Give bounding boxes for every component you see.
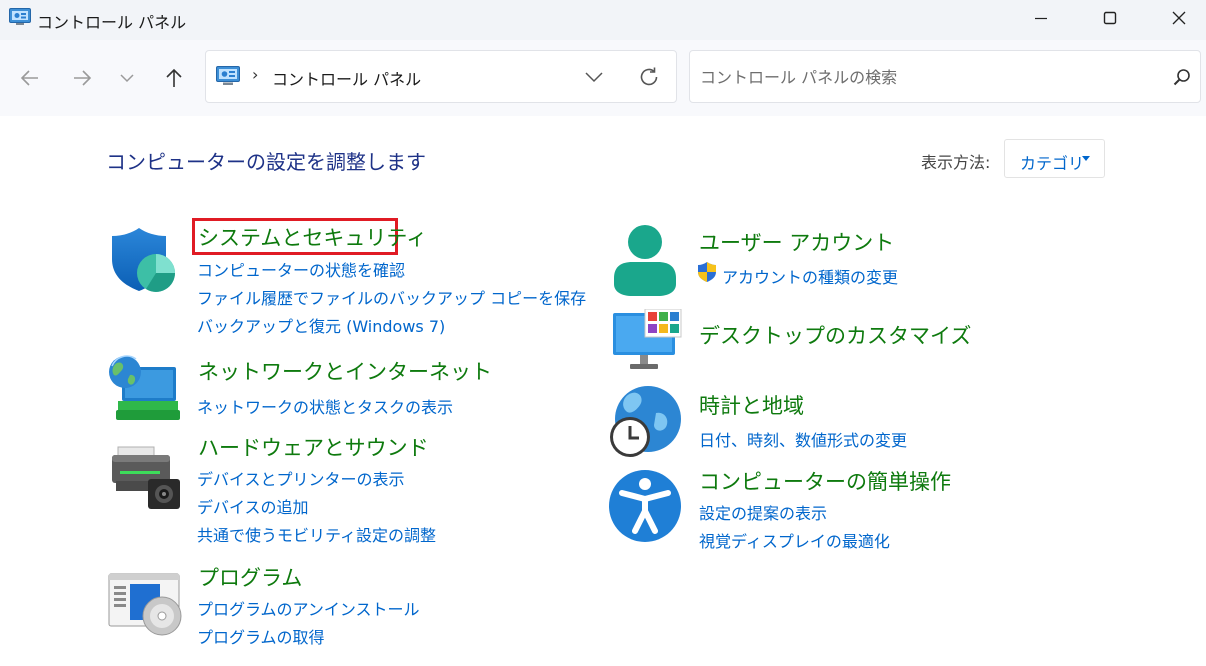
- category-clock-region[interactable]: 時計と地域: [699, 390, 804, 420]
- minimize-icon: [1035, 17, 1047, 20]
- shield-security-icon: [112, 228, 175, 292]
- control-panel-icon: [216, 66, 240, 85]
- close-icon: [1172, 11, 1186, 25]
- user-account-icon: [614, 225, 676, 296]
- back-button[interactable]: [15, 64, 45, 92]
- chevron-down-icon: [585, 72, 603, 83]
- page-title: コンピューターの設定を調整します: [106, 150, 426, 174]
- category-user-accounts[interactable]: ユーザー アカウント: [699, 227, 894, 257]
- maximize-button[interactable]: [1087, 0, 1133, 36]
- category-hardware-sound[interactable]: ハードウェアとサウンド: [198, 432, 429, 462]
- caret-down-icon: [1082, 156, 1090, 161]
- navigation-bar: › コントロール パネル: [0, 40, 1206, 116]
- category-programs[interactable]: プログラム: [198, 562, 302, 592]
- address-bar[interactable]: › コントロール パネル: [205, 50, 677, 103]
- chevron-down-icon: [120, 74, 134, 83]
- link-network-status[interactable]: ネットワークの状態とタスクの表示: [197, 394, 453, 418]
- link-file-history-backup[interactable]: ファイル履歴でファイルのバックアップ コピーを保存: [197, 285, 586, 309]
- search-button[interactable]: [1171, 66, 1193, 88]
- desktop-personalize-icon: [613, 309, 682, 369]
- arrow-right-icon: [74, 70, 92, 86]
- link-uninstall-program[interactable]: プログラムのアンインストール: [197, 596, 420, 620]
- control-panel-icon: [9, 8, 31, 25]
- arrow-up-icon: [166, 68, 182, 87]
- forward-button[interactable]: [67, 64, 97, 92]
- link-devices-printers[interactable]: デバイスとプリンターの表示: [197, 466, 405, 490]
- refresh-icon: [640, 67, 658, 86]
- title-bar: コントロール パネル: [0, 0, 1206, 40]
- breadcrumb-control-panel[interactable]: コントロール パネル: [272, 66, 421, 90]
- search-input[interactable]: [700, 65, 1160, 89]
- window-title: コントロール パネル: [37, 13, 187, 32]
- category-network-internet[interactable]: ネットワークとインターネット: [198, 356, 492, 386]
- link-change-date-time-format[interactable]: 日付、時刻、数値形式の変更: [699, 427, 907, 451]
- link-check-computer-status[interactable]: コンピューターの状態を確認: [197, 257, 405, 281]
- view-by-value: カテゴリ: [1020, 154, 1085, 173]
- breadcrumb-separator: ›: [252, 65, 259, 84]
- category-system-security[interactable]: システムとセキュリティ: [198, 222, 427, 252]
- link-backup-restore[interactable]: バックアップと復元 (Windows 7): [197, 313, 445, 337]
- link-mobility-settings[interactable]: 共通で使うモビリティ設定の調整: [197, 522, 436, 546]
- search-icon: [1173, 69, 1190, 86]
- link-change-account-type[interactable]: アカウントの種類の変更: [722, 264, 898, 288]
- link-optimize-visual-display[interactable]: 視覚ディスプレイの最適化: [699, 528, 890, 552]
- maximize-icon: [1103, 11, 1117, 25]
- recent-locations-button[interactable]: [112, 64, 142, 92]
- view-by-label: 表示方法:: [921, 153, 991, 172]
- refresh-button[interactable]: [636, 64, 662, 90]
- clock-globe-icon: [610, 386, 681, 457]
- network-globe-icon: [109, 355, 180, 420]
- printer-speaker-icon: [112, 446, 180, 509]
- search-box[interactable]: [689, 50, 1201, 103]
- programs-icon: [108, 573, 182, 636]
- category-ease-of-access[interactable]: コンピューターの簡単操作: [699, 466, 951, 496]
- arrow-left-icon: [20, 70, 38, 86]
- close-button[interactable]: [1156, 0, 1202, 36]
- up-button[interactable]: [159, 64, 189, 92]
- link-add-device[interactable]: デバイスの追加: [197, 494, 309, 518]
- view-by-dropdown[interactable]: カテゴリ: [1004, 139, 1105, 178]
- category-desktop-customization[interactable]: デスクトップのカスタマイズ: [699, 320, 971, 350]
- link-suggest-settings[interactable]: 設定の提案の表示: [699, 500, 827, 524]
- address-history-dropdown[interactable]: [582, 65, 606, 89]
- link-get-programs[interactable]: プログラムの取得: [197, 624, 325, 648]
- uac-shield-icon: [698, 262, 716, 282]
- minimize-button[interactable]: [1018, 0, 1064, 36]
- accessibility-icon: [609, 470, 681, 542]
